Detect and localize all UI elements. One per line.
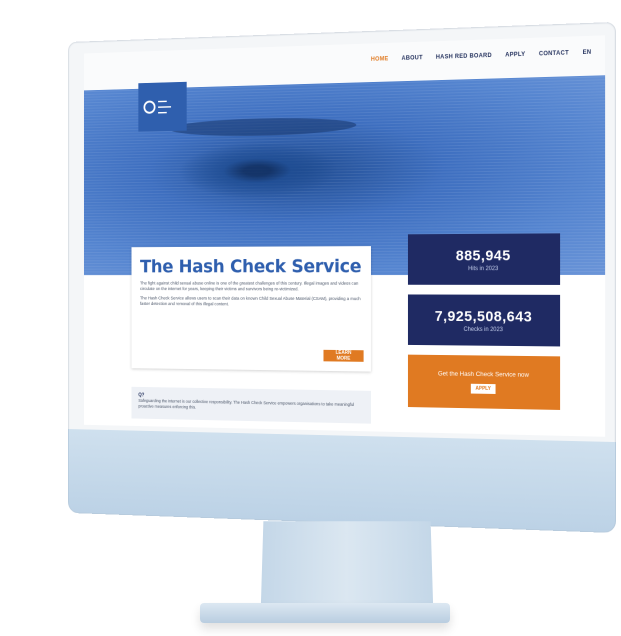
nav-item-apply[interactable]: APPLY (505, 52, 525, 59)
apply-button[interactable]: APPLY (470, 383, 496, 394)
page-title: The Hash Check Service (140, 255, 362, 277)
logo-wordmark: ▬▬ ▬▬▬ ▬▬ (158, 98, 172, 116)
stat-hits-value: 885,945 (455, 246, 511, 264)
stat-hits-label: Hits in 2023 (468, 265, 499, 272)
monitor-foot (200, 603, 450, 623)
intro-paragraph-1: The fight against child sexual abuse onl… (140, 280, 359, 292)
hero-eyebrow-graphic (169, 116, 357, 138)
monitor-stand (260, 521, 434, 616)
nav-menu: HOME ABOUT HASH RED BOARD APPLY CONTACT … (371, 50, 592, 63)
stat-checks-value: 7,925,508,643 (434, 307, 533, 325)
info-strip: Q? Safeguarding the internet is our coll… (131, 386, 371, 424)
site-logo[interactable]: ▬▬ ▬▬▬ ▬▬ (138, 81, 187, 132)
stat-hits: 885,945 Hits in 2023 (407, 233, 561, 285)
intro-paragraph-2: The Hash Check Service allows users to s… (140, 295, 361, 307)
nav-item-home[interactable]: HOME (371, 56, 389, 62)
monitor-chin (67, 429, 616, 534)
stat-checks: 7,925,508,643 Checks in 2023 (407, 294, 561, 347)
logo-circle-icon (143, 100, 156, 114)
apply-cta-text: Get the Hash Check Service now (437, 370, 530, 379)
intro-card: The Hash Check Service The fight against… (131, 246, 371, 372)
screen: HOME ABOUT HASH RED BOARD APPLY CONTACT … (83, 35, 606, 437)
nav-item-about[interactable]: ABOUT (402, 55, 423, 62)
nav-item-hash-red-board[interactable]: HASH RED BOARD (436, 53, 492, 61)
nav-item-contact[interactable]: CONTACT (539, 50, 569, 57)
monitor: HOME ABOUT HASH RED BOARD APPLY CONTACT … (67, 21, 616, 534)
hero-eye-graphic (178, 140, 339, 201)
stat-checks-label: Checks in 2023 (463, 326, 503, 333)
apply-cta: Get the Hash Check Service now APPLY (407, 354, 561, 410)
language-switch[interactable]: EN (583, 50, 592, 56)
learn-more-button[interactable]: LEARN MORE (323, 349, 364, 362)
monitor-bezel: HOME ABOUT HASH RED BOARD APPLY CONTACT … (67, 21, 616, 445)
